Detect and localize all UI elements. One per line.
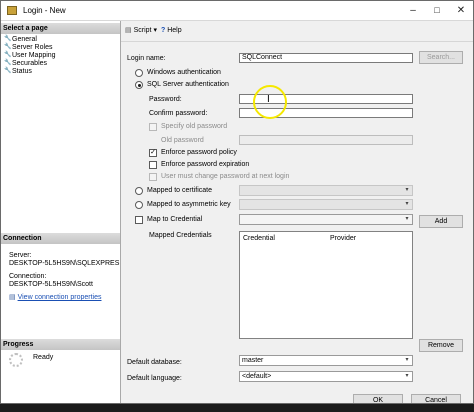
mapped-asym-label: Mapped to asymmetric key — [147, 201, 231, 208]
chevron-down-icon: ▾ — [153, 27, 157, 34]
toolbar: ▤ Script ▾ ? Help — [121, 21, 473, 42]
chevron-down-icon: ▾ — [405, 373, 409, 379]
default-language-combo[interactable]: <default> ▾ — [239, 371, 413, 382]
page-item-label: Status — [12, 68, 32, 75]
remove-button[interactable]: Remove — [419, 339, 463, 352]
help-label: Help — [167, 27, 182, 34]
ok-button[interactable]: OK — [353, 394, 403, 403]
login-name-input[interactable]: SQLConnect — [239, 53, 413, 63]
sql-auth-label: SQL Server authentication — [147, 81, 229, 88]
page-item-label: Securables — [12, 60, 48, 67]
default-language-value: <default> — [242, 373, 272, 380]
progress-status: Ready — [33, 354, 54, 361]
must-change-checkbox[interactable] — [149, 173, 157, 181]
confirm-password-label: Confirm password: — [149, 110, 208, 117]
wrench-icon: 🔧 — [4, 68, 12, 75]
windows-auth-radio[interactable] — [135, 69, 143, 77]
add-button[interactable]: Add — [419, 215, 463, 228]
server-value: DESKTOP-5L5HS9N\SQLEXPRES — [9, 260, 120, 267]
view-connection-properties[interactable]: ▤ View connection properties — [9, 293, 102, 302]
windows-auth-label: Windows authentication — [147, 69, 221, 76]
map-credential-checkbox[interactable] — [135, 216, 143, 224]
left-panel: Select a page 🔧General 🔧Server Roles 🔧Us… — [1, 21, 121, 403]
certificate-combo[interactable]: ▾ — [239, 185, 413, 196]
connection-value: DESKTOP-5L5HS9N\Scott — [9, 281, 93, 288]
wrench-icon: 🔧 — [4, 36, 12, 43]
progress-header: Progress — [1, 339, 120, 350]
grid-header-credential: Credential — [243, 235, 275, 242]
enforce-policy-checkbox[interactable]: ✓ — [149, 149, 157, 157]
search-button[interactable]: Search... — [419, 51, 463, 64]
mapped-credentials-grid[interactable]: Credential Provider — [239, 231, 413, 339]
specify-old-password-checkbox[interactable] — [149, 123, 157, 131]
chevron-down-icon: ▾ — [405, 187, 409, 193]
default-language-label: Default language: — [127, 375, 182, 382]
default-database-combo[interactable]: master ▾ — [239, 355, 413, 366]
select-page-header: Select a page — [1, 23, 120, 34]
must-change-label: User must change password at next login — [161, 173, 290, 180]
cancel-button[interactable]: Cancel — [411, 394, 461, 403]
progress-spinner-icon — [9, 353, 23, 367]
login-name-label: Login name: — [127, 55, 166, 62]
login-new-window: Login - New – □ ✕ Select a page 🔧General… — [0, 0, 474, 404]
old-password-input[interactable] — [239, 135, 413, 145]
help-button[interactable]: ? Help — [161, 26, 182, 36]
enforce-expiration-label: Enforce password expiration — [161, 161, 250, 168]
default-database-value: master — [242, 357, 264, 364]
chevron-down-icon: ▾ — [405, 201, 409, 207]
chevron-down-icon: ▾ — [405, 216, 409, 222]
window-title: Login - New — [23, 6, 66, 15]
enforce-expiration-checkbox[interactable] — [149, 161, 157, 169]
page-item-status[interactable]: 🔧Status — [4, 67, 32, 76]
close-button[interactable]: ✕ — [449, 1, 473, 20]
chevron-down-icon: ▾ — [405, 357, 409, 363]
cursor-highlight — [253, 85, 287, 119]
app-icon — [7, 6, 17, 15]
text-cursor-icon: I — [267, 94, 270, 105]
page-item-label: General — [12, 36, 37, 43]
grid-header-provider: Provider — [330, 235, 357, 242]
page-item-label: User Mapping — [12, 52, 56, 59]
sql-auth-radio[interactable] — [135, 81, 143, 89]
default-database-label: Default database: — [127, 359, 182, 366]
connection-header: Connection — [1, 233, 120, 244]
specify-old-password-label: Specify old password — [161, 123, 228, 130]
mapped-cert-label: Mapped to certificate — [147, 187, 212, 194]
properties-icon: ▤ — [9, 294, 16, 301]
script-icon: ▤ — [125, 27, 132, 34]
script-label: Script — [133, 27, 152, 34]
credential-combo[interactable]: ▾ — [239, 214, 413, 225]
old-password-label: Old password — [161, 137, 204, 144]
password-label: Password: — [149, 96, 182, 103]
title-bar: Login - New – □ ✕ — [1, 1, 473, 21]
page-item-label: Server Roles — [12, 44, 53, 51]
wrench-icon: 🔧 — [4, 60, 12, 67]
mapped-credentials-label: Mapped Credentials — [149, 232, 212, 239]
help-icon: ? — [161, 27, 166, 34]
view-connection-link[interactable]: View connection properties — [18, 294, 102, 301]
screen-bottom-edge — [0, 404, 474, 412]
maximize-button[interactable]: □ — [425, 1, 449, 20]
mapped-cert-radio[interactable] — [135, 187, 143, 195]
asymmetric-key-combo[interactable]: ▾ — [239, 199, 413, 210]
minimize-button[interactable]: – — [401, 1, 425, 20]
map-credential-label: Map to Credential — [147, 216, 203, 223]
wrench-icon: 🔧 — [4, 52, 12, 59]
enforce-policy-label: Enforce password policy — [161, 149, 237, 156]
wrench-icon: 🔧 — [4, 44, 12, 51]
mapped-asym-radio[interactable] — [135, 201, 143, 209]
main-panel: ▤ Script ▾ ? Help Login name: SQLConnect… — [121, 21, 473, 403]
script-button[interactable]: ▤ Script ▾ — [125, 26, 157, 36]
